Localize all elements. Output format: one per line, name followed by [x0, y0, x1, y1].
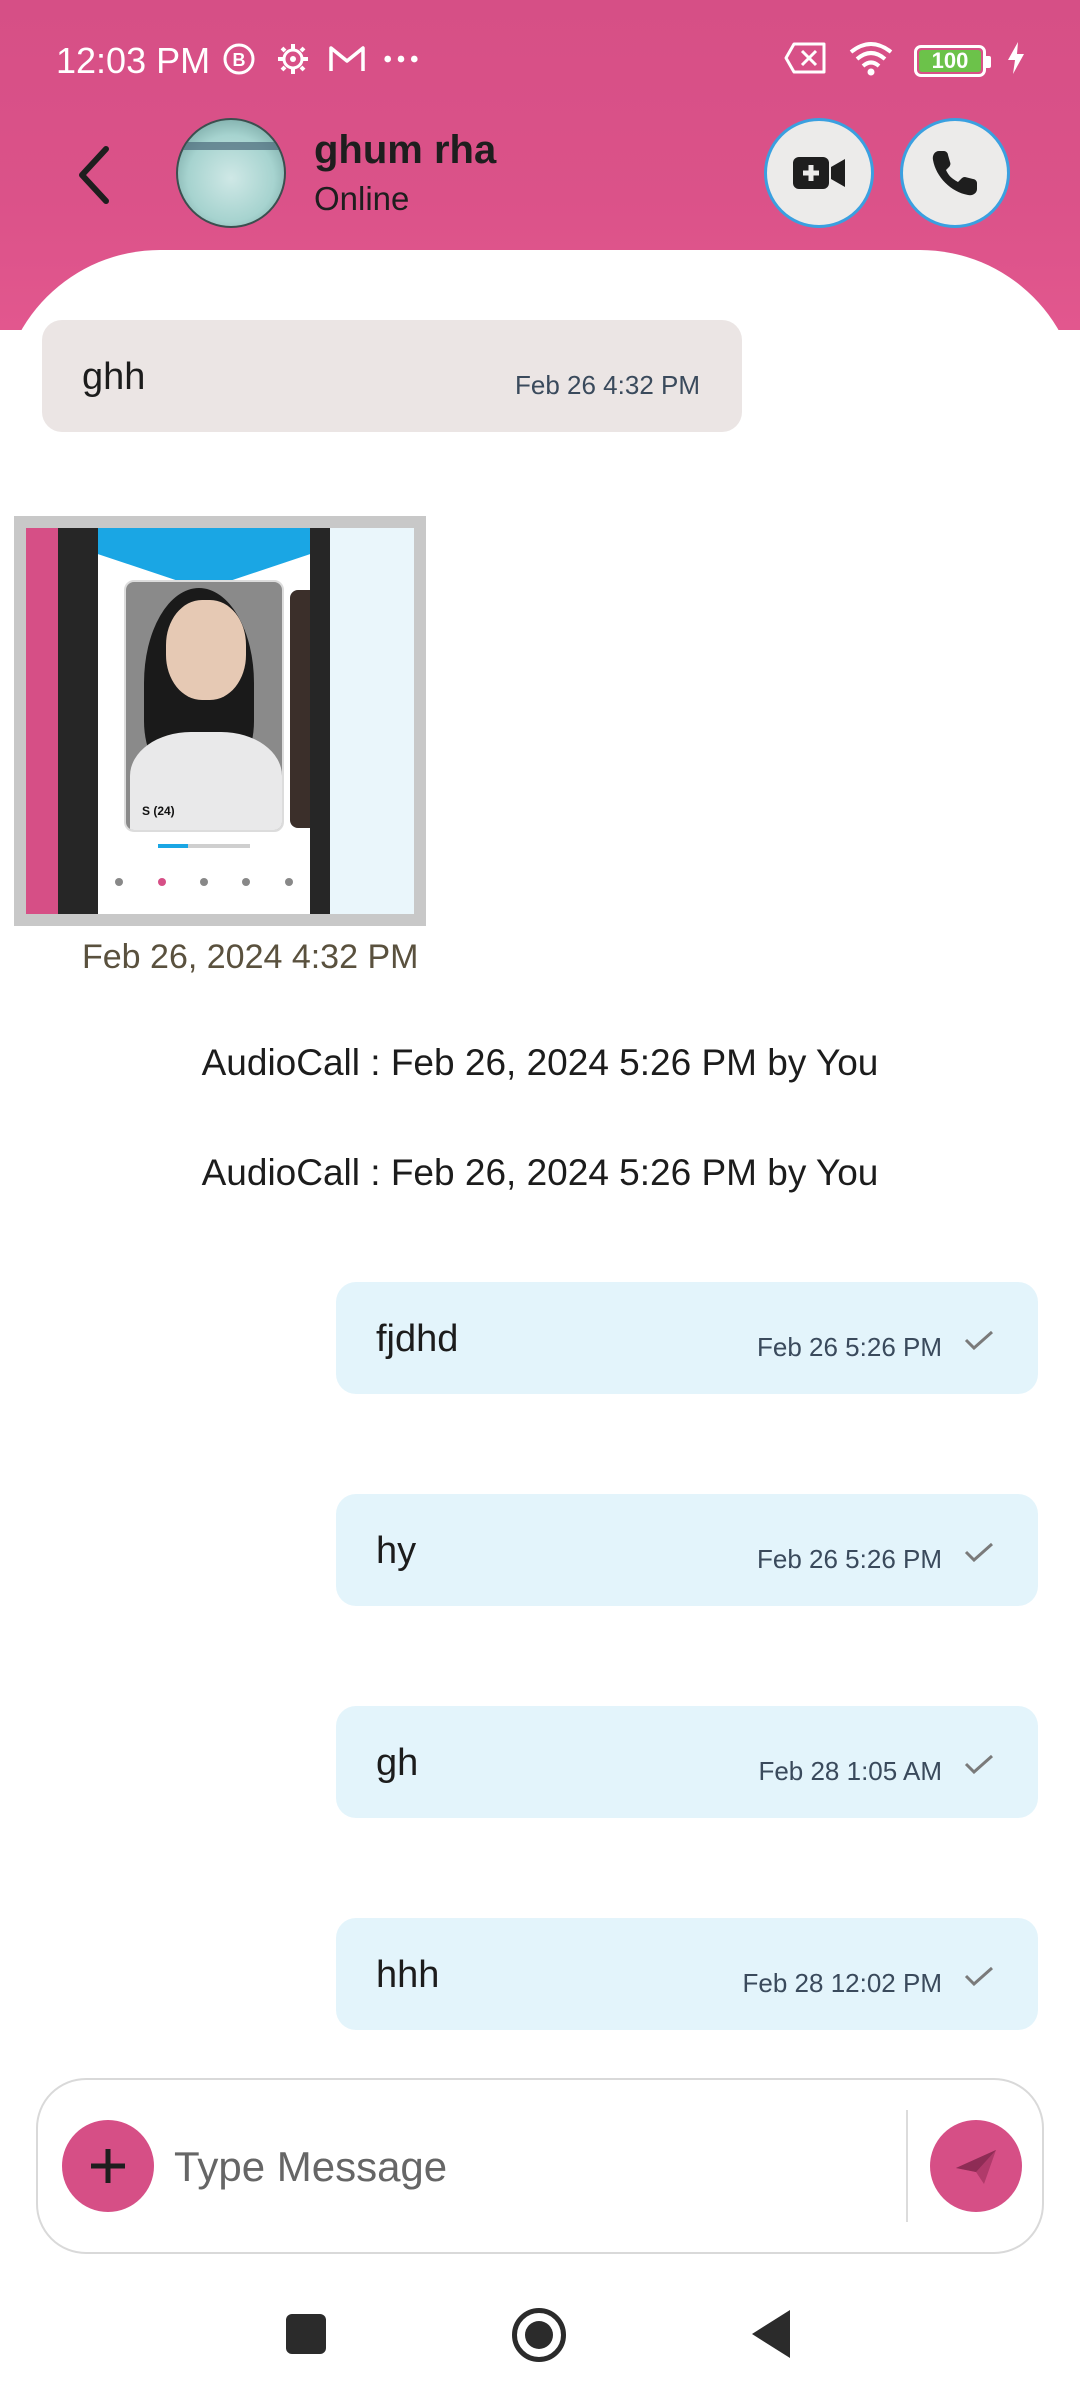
video-camera-icon	[793, 157, 845, 189]
outgoing-message-bubble[interactable]: hhh Feb 28 12:02 PM	[336, 1918, 1038, 2030]
back-button[interactable]	[64, 135, 124, 215]
system-back-button[interactable]	[752, 2310, 790, 2358]
svg-text:B: B	[233, 50, 246, 70]
image-thumbnail: S (24)	[26, 528, 414, 914]
call-log-entry: AudioCall : Feb 26, 2024 5:26 PM by You	[201, 1042, 879, 1083]
gmail-icon	[328, 40, 366, 78]
call-log-entry: AudioCall : Feb 26, 2024 5:26 PM by You	[201, 1152, 879, 1193]
app-bar: ghum rha Online	[0, 110, 1080, 240]
message-input[interactable]	[174, 2132, 914, 2202]
chevron-left-icon	[79, 146, 109, 204]
message-composer	[36, 2078, 1044, 2254]
attach-button[interactable]	[62, 2120, 154, 2212]
message-text: fjdhd	[376, 1318, 459, 1360]
message-text: hhh	[376, 1954, 440, 1996]
message-time: Feb 28 12:02 PM	[742, 1968, 942, 1998]
status-bar: 12:03 PM B 100	[0, 0, 1080, 120]
message-time: Feb 26 5:26 PM	[757, 1332, 942, 1362]
contact-status: Online	[314, 180, 410, 217]
outgoing-message-bubble[interactable]: hy Feb 26 5:26 PM	[336, 1494, 1038, 1606]
image-message-time: Feb 26, 2024 4:32 PM	[82, 938, 419, 976]
message-text: gh	[376, 1742, 419, 1784]
image-card-label: S (24)	[142, 804, 175, 818]
image-message[interactable]: S (24)	[14, 516, 426, 926]
plus-icon	[91, 2149, 125, 2183]
system-navigation-bar	[0, 2290, 1080, 2400]
gear-icon	[274, 40, 312, 78]
phone-icon	[932, 151, 977, 196]
sim-none-icon	[784, 41, 828, 80]
b-circle-icon: B	[220, 40, 258, 78]
more-dots-icon	[382, 40, 420, 78]
home-button[interactable]	[512, 2308, 566, 2362]
status-icons-left: B	[220, 40, 420, 78]
contact-avatar[interactable]	[176, 118, 286, 228]
sent-check-icon	[964, 1966, 993, 1986]
composer-divider	[906, 2110, 908, 2222]
message-time: Feb 26 5:26 PM	[757, 1544, 942, 1574]
video-call-button[interactable]	[764, 118, 874, 228]
voice-call-button[interactable]	[900, 118, 1010, 228]
outgoing-message-bubble[interactable]: fjdhd Feb 26 5:26 PM	[336, 1282, 1038, 1394]
status-time: 12:03 PM	[56, 40, 211, 81]
message-time: Feb 26 4:32 PM	[515, 370, 700, 400]
sent-check-icon	[964, 1542, 993, 1562]
incoming-message-bubble[interactable]: ghh Feb 26 4:32 PM	[42, 320, 742, 432]
sent-check-icon	[964, 1330, 993, 1350]
recents-button[interactable]	[286, 2314, 326, 2354]
sent-check-icon	[964, 1754, 993, 1774]
message-text: ghh	[82, 356, 146, 398]
message-time: Feb 28 1:05 AM	[758, 1756, 942, 1786]
wifi-icon	[848, 40, 894, 81]
battery-icon: 100	[914, 44, 991, 77]
status-icons-right: 100	[784, 40, 1026, 81]
outgoing-message-bubble[interactable]: gh Feb 28 1:05 AM	[336, 1706, 1038, 1818]
send-icon	[956, 2150, 996, 2184]
message-text: hy	[376, 1530, 417, 1572]
battery-level: 100	[931, 47, 969, 73]
charging-icon	[1006, 41, 1026, 80]
send-button[interactable]	[930, 2120, 1022, 2212]
contact-name: ghum rha	[314, 128, 497, 172]
